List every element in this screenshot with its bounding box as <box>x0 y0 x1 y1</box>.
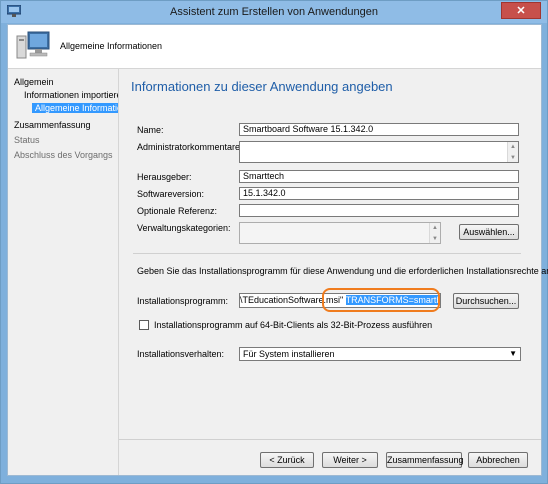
close-button[interactable]: ✕ <box>501 2 541 19</box>
checkbox-32bit-on-64bit[interactable] <box>139 320 149 330</box>
nav-item-informationen-importieren[interactable]: Informationen importieren <box>24 90 118 100</box>
instruction-text: Geben Sie das Installationsprogramm für … <box>137 266 548 276</box>
nav-item-zusammenfassung[interactable]: Zusammenfassung <box>14 120 91 130</box>
publisher-field[interactable]: Smarttech <box>239 170 519 183</box>
optional-reference-label: Optionale Referenz: <box>137 206 218 216</box>
title-bar[interactable]: Assistent zum Erstellen von Anwendungen … <box>1 1 547 23</box>
summary-button[interactable]: Zusammenfassung <box>386 452 464 468</box>
wizard-window: Assistent zum Erstellen von Anwendungen … <box>0 0 548 484</box>
section-divider <box>133 253 521 254</box>
highlight-ring <box>322 288 440 312</box>
behavior-label: Installationsverhalten: <box>137 349 225 359</box>
computer-icon <box>16 31 50 59</box>
next-button[interactable]: Weiter > <box>322 452 378 468</box>
admin-comment-scrollbar[interactable]: ▲ ▼ <box>507 142 518 162</box>
wizard-nav: Allgemein Informationen importieren Allg… <box>8 69 119 475</box>
admin-comment-field[interactable]: ▲ ▼ <box>239 141 519 163</box>
optional-reference-field[interactable] <box>239 204 519 217</box>
name-field[interactable]: Smartboard Software 15.1.342.0 <box>239 123 519 136</box>
name-label: Name: <box>137 125 164 135</box>
footer-divider <box>119 439 541 440</box>
chevron-down-icon: ▼ <box>509 349 517 358</box>
browse-button[interactable]: Durchsuchen... <box>453 293 519 309</box>
wizard-client-area: Allgemeine Informationen Allgemein Infor… <box>7 24 548 476</box>
installer-label: Installationsprogramm: <box>137 296 229 306</box>
version-label: Softwareversion: <box>137 189 205 199</box>
version-field[interactable]: 15.1.342.0 <box>239 187 519 200</box>
cancel-button[interactable]: Abbrechen <box>468 452 528 468</box>
header-title: Allgemeine Informationen <box>60 41 163 51</box>
nav-item-abschluss: Abschluss des Vorgangs <box>14 150 113 160</box>
page-heading: Informationen zu dieser Anwendung angebe… <box>131 79 393 94</box>
installation-behavior-value: Für System installieren <box>243 349 335 359</box>
wizard-header: Allgemeine Informationen <box>8 25 541 69</box>
wizard-page: Informationen zu dieser Anwendung angebe… <box>119 69 548 439</box>
nav-item-allgemeine-informationen[interactable]: Allgemeine Informationen <box>32 103 118 113</box>
categories-label: Verwaltungskategorien: <box>137 223 231 233</box>
nav-item-allgemein[interactable]: Allgemein <box>14 77 54 87</box>
window-title: Assistent zum Erstellen von Anwendungen <box>170 6 378 18</box>
nav-item-status: Status <box>14 135 40 145</box>
select-categories-button[interactable]: Auswählen... <box>459 224 519 240</box>
back-button[interactable]: < Zurück <box>260 452 314 468</box>
categories-field: ▲ ▼ <box>239 222 441 244</box>
publisher-label: Herausgeber: <box>137 172 192 182</box>
installation-behavior-dropdown[interactable]: Für System installieren ▼ <box>239 347 521 361</box>
admin-comment-label: Administratorkommentare: <box>137 142 243 152</box>
categories-scrollbar[interactable]: ▲ ▼ <box>429 223 440 243</box>
checkbox-32bit-on-64bit-label: Installationsprogramm auf 64-Bit-Clients… <box>154 320 433 330</box>
